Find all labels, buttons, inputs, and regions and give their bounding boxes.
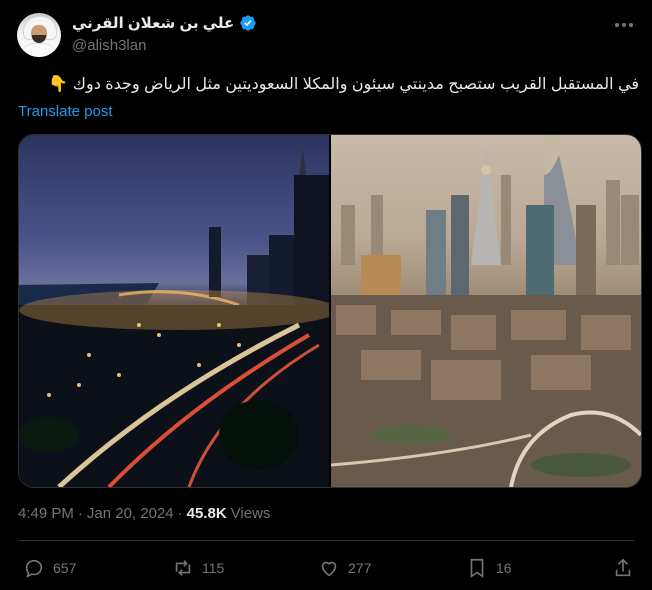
avatar-beard bbox=[32, 35, 46, 43]
riyadh-skyline-illustration bbox=[331, 135, 641, 487]
translate-post-link[interactable]: Translate post bbox=[18, 103, 113, 120]
reply-count: 657 bbox=[53, 560, 77, 576]
photo-jeddah-night[interactable] bbox=[19, 135, 329, 487]
bookmark-button[interactable]: 16 bbox=[466, 557, 512, 579]
author-avatar[interactable] bbox=[17, 13, 61, 57]
bookmark-count: 16 bbox=[496, 560, 512, 576]
author-display-name[interactable]: علي بن شعلان القرني bbox=[72, 14, 234, 32]
meta-separator: · bbox=[77, 505, 83, 522]
views-count[interactable]: 45.8K bbox=[187, 505, 227, 522]
post-media-grid[interactable] bbox=[18, 134, 642, 488]
share-icon bbox=[615, 558, 631, 577]
like-button[interactable]: 277 bbox=[318, 557, 371, 579]
bookmark-icon bbox=[470, 558, 484, 578]
heart-icon bbox=[321, 561, 337, 577]
post-date[interactable]: Jan 20, 2024 bbox=[87, 505, 174, 522]
verified-badge-icon bbox=[240, 15, 256, 31]
photo-riyadh-skyline[interactable] bbox=[331, 135, 641, 487]
views-label: Views bbox=[230, 505, 271, 522]
share-button[interactable] bbox=[612, 557, 634, 579]
author-name-row: علي بن شعلان القرني bbox=[72, 14, 257, 32]
like-count: 277 bbox=[348, 560, 372, 576]
repost-count: 115 bbox=[202, 560, 225, 576]
post-time[interactable]: 4:49 PM bbox=[18, 505, 74, 522]
reply-icon bbox=[25, 559, 43, 578]
more-horizontal-icon[interactable] bbox=[613, 16, 635, 34]
post-actions-bar: 657 115 277 16 bbox=[0, 555, 652, 585]
repost-icon bbox=[175, 560, 191, 576]
reply-button[interactable]: 657 bbox=[23, 557, 76, 579]
post-meta: 4:49 PM · Jan 20, 2024 · 45.8K Views bbox=[18, 505, 270, 522]
night-city-illustration bbox=[19, 150, 329, 487]
repost-button[interactable]: 115 bbox=[172, 557, 224, 579]
avatar-garment bbox=[21, 43, 57, 57]
author-handle[interactable]: @alish3lan bbox=[72, 37, 146, 54]
meta-separator: · bbox=[177, 505, 183, 522]
divider bbox=[18, 540, 634, 541]
post-text: في المستقبل القريب ستصبح مدينتي سيئون وا… bbox=[48, 76, 639, 93]
